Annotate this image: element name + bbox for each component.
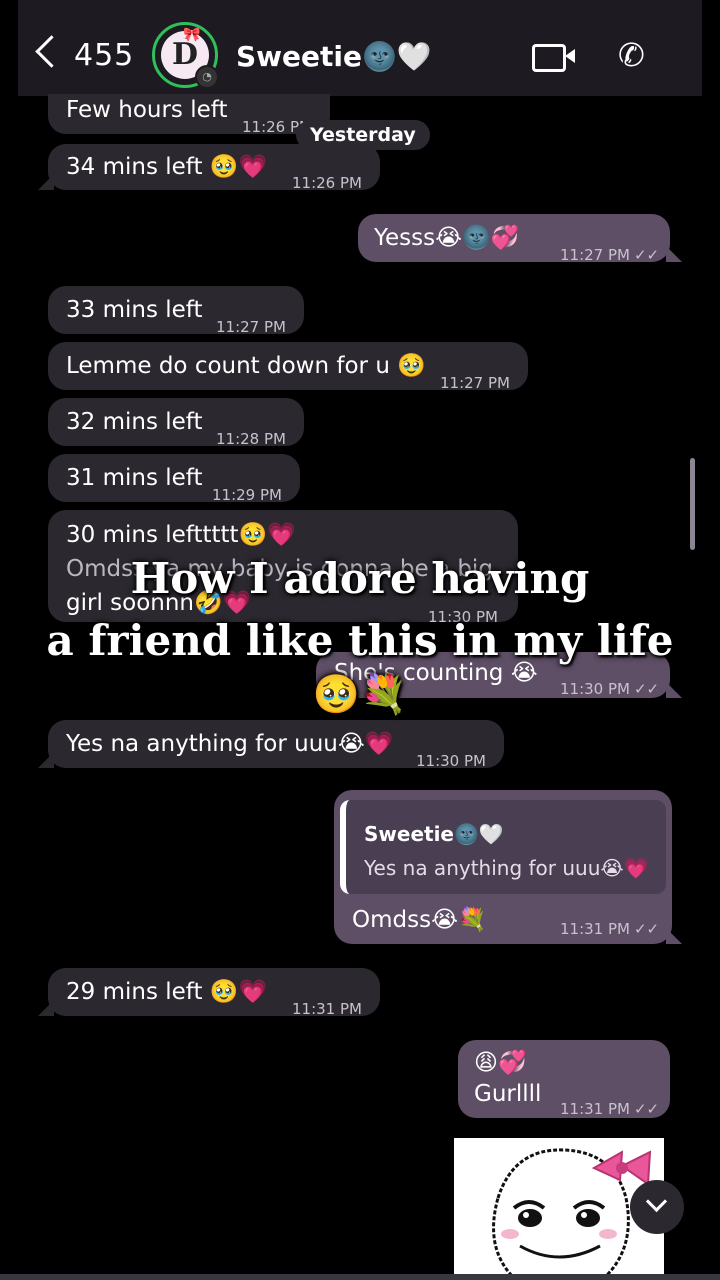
message-time: 11:27 PM (216, 318, 286, 336)
message-text: Lemme do count down for u 🥹 (66, 353, 426, 379)
message-text: 29 mins left 🥹💗 (66, 979, 268, 1005)
phone-icon[interactable]: ✆ (618, 36, 645, 74)
quote-text: Yes na anything for uuu😭💗 (364, 856, 649, 880)
message-text: 33 mins left (66, 297, 203, 323)
message-time: 11:26 PM (292, 174, 362, 192)
message-bubble[interactable]: 32 mins left 11:28 PM (48, 398, 304, 448)
quote-author: Sweetie🌚🤍 (364, 822, 504, 846)
message-bubble[interactable]: 31 mins left 11:29 PM (48, 454, 300, 504)
message-bubble[interactable]: 33 mins left 11:27 PM (48, 286, 304, 336)
caption-line-3: 🥹💐 (312, 671, 408, 716)
home-indicator (0, 1274, 720, 1280)
message-bubble[interactable]: 😩💞 Gurllll 11:31 PM ✓✓ (458, 1040, 670, 1118)
read-ticks-icon: ✓✓ (633, 920, 660, 938)
message-bubble[interactable]: Yes na anything for uuu😭💗 11:30 PM (48, 720, 504, 770)
message-bubble[interactable]: 29 mins left 🥹💗 11:31 PM (48, 968, 380, 1018)
video-call-icon[interactable] (532, 44, 575, 72)
chat-header: 455 D 🎀 ◔ Sweetie🌚🤍 ✆ (18, 0, 702, 96)
bubble-tail (38, 752, 54, 768)
message-time: 11:31 PM (292, 1000, 362, 1018)
scrollbar[interactable] (690, 458, 695, 550)
message-time: 11:29 PM (212, 486, 282, 504)
message-bubble[interactable]: Yesss😭🌚💞 11:27 PM ✓✓ (358, 214, 670, 264)
message-text: Omdss😭💐 (352, 907, 487, 933)
message-time: 11:30 PM (416, 752, 486, 770)
message-time: 11:31 PM ✓✓ (560, 1100, 660, 1118)
read-ticks-icon: ✓✓ (633, 1100, 660, 1118)
message-bubble[interactable]: Lemme do count down for u 🥹 11:27 PM (48, 342, 528, 392)
message-time: 11:31 PM ✓✓ (560, 920, 660, 938)
message-time: 11:27 PM (440, 374, 510, 392)
message-text: 31 mins left (66, 465, 203, 491)
status-badge-icon: ◔ (195, 65, 219, 89)
caption-line-2: a friend like this in my life (46, 616, 674, 665)
message-bubble[interactable]: 34 mins left 🥹💗 11:26 PM (48, 144, 380, 192)
caption-line-1: How I adore having (130, 554, 590, 603)
chevron-down-icon[interactable] (630, 1180, 684, 1234)
reply-quote[interactable]: Sweetie🌚🤍 Yes na anything for uuu😭💗 (340, 800, 666, 894)
bubble-tail (38, 174, 54, 190)
read-ticks-icon: ✓✓ (633, 246, 660, 264)
contact-name[interactable]: Sweetie🌚🤍 (236, 40, 432, 73)
message-text: Yesss😭🌚💞 (374, 225, 520, 251)
message-text-line-2: Gurllll (474, 1081, 542, 1107)
back-unread-count[interactable]: 455 (74, 38, 134, 73)
message-bubble[interactable]: Few hours left 11:26 PM (48, 94, 330, 136)
message-text: 34 mins left 🥹💗 (66, 154, 268, 180)
bubble-tail (666, 246, 682, 262)
video-caption-overlay: How I adore having a friend like this in… (0, 548, 720, 716)
chevron-left-icon[interactable] (35, 35, 68, 68)
message-text: Few hours left (66, 97, 228, 123)
bow-icon: 🎀 (183, 27, 201, 43)
message-text: Yes na anything for uuu😭💗 (66, 731, 394, 757)
bubble-tail (38, 1000, 54, 1016)
message-text-line-1: 😩💞 (474, 1050, 527, 1076)
bubble-tail (666, 928, 682, 944)
message-time: 11:28 PM (216, 430, 286, 448)
message-text: 32 mins left (66, 409, 203, 435)
message-time: 11:27 PM ✓✓ (560, 246, 660, 264)
message-text-line-1: 30 mins lefttttt🥹💗 (66, 522, 296, 548)
avatar[interactable]: D 🎀 ◔ (152, 22, 219, 89)
